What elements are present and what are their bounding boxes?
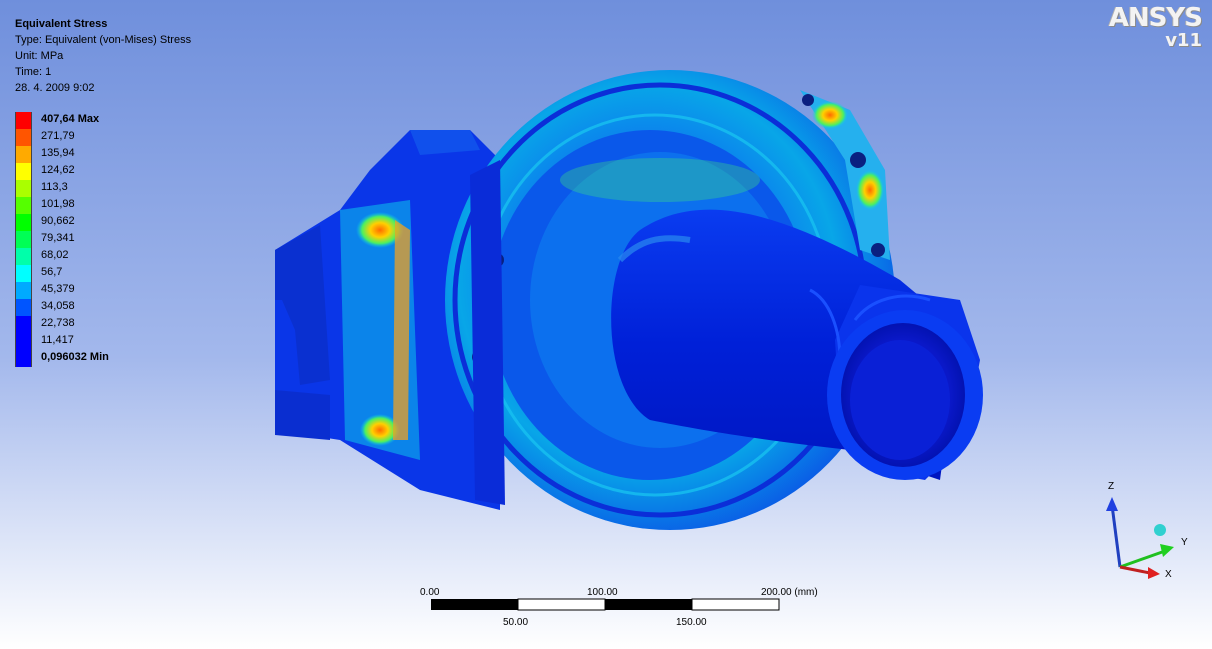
z-axis-label: Z: [1108, 481, 1114, 492]
scale-label-50: 50.00: [503, 617, 529, 628]
scale-bar-graphic: [431, 598, 780, 611]
z-axis-arrow: [1106, 497, 1118, 511]
scale-label-200: 200.00 (mm): [761, 587, 818, 598]
scale-label-0: 0.00: [420, 587, 440, 598]
scale-segment: [431, 599, 518, 610]
x-axis-arrow: [1148, 567, 1160, 579]
z-axis-line: [1110, 504, 1122, 568]
scale-segment: [517, 598, 606, 611]
axis-triad[interactable]: Z Y X: [1090, 475, 1200, 585]
scale-segment: [605, 599, 692, 610]
y-axis-label: Y: [1181, 537, 1188, 548]
x-axis-label: X: [1165, 569, 1172, 580]
y-axis-arrow: [1160, 544, 1174, 557]
scale-segment: [691, 598, 780, 611]
scale-label-100: 100.00: [587, 587, 618, 598]
x-axis-line: [1119, 565, 1151, 575]
y-axis-line: [1119, 549, 1166, 569]
isometric-view-ball[interactable]: [1154, 524, 1166, 536]
scale-label-150: 150.00: [676, 617, 707, 628]
